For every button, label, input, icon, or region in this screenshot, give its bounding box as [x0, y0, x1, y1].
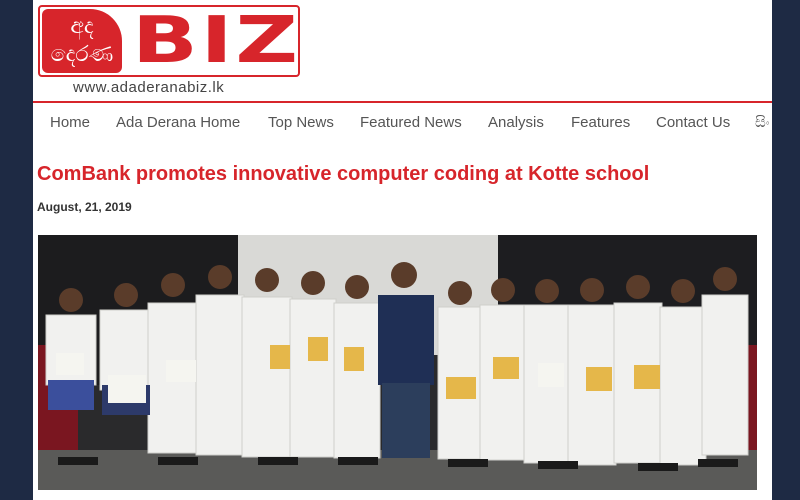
nav-item-home[interactable]: Home [50, 114, 90, 131]
logo-wordmark: BIZ [132, 4, 301, 78]
nav-item-analysis[interactable]: Analysis [488, 114, 544, 131]
nav-item-contact-us[interactable]: Contact Us [656, 114, 730, 131]
header-divider [33, 101, 772, 103]
article-title: ComBank promotes innovative computer cod… [37, 163, 650, 185]
group-photo-icon [38, 235, 757, 490]
site-url: www.adaderanabiz.lk [73, 79, 225, 96]
page: අද දෙරණ BIZ www.adaderanabiz.lk Home Ada… [33, 0, 772, 500]
article-photo [38, 235, 757, 490]
logo-seal: අද දෙරණ [42, 9, 122, 73]
site-logo[interactable]: අද දෙරණ BIZ [38, 5, 300, 77]
article-date: August, 21, 2019 [37, 200, 132, 214]
site-header: අද දෙරණ BIZ www.adaderanabiz.lk [33, 0, 772, 104]
nav-item-top-news[interactable]: Top News [268, 114, 334, 131]
nav-item-features[interactable]: Features [571, 114, 630, 131]
main-nav: Home Ada Derana Home Top News Featured N… [33, 108, 772, 138]
nav-item-sinhala[interactable]: සිං [755, 114, 770, 131]
nav-item-featured-news[interactable]: Featured News [360, 114, 462, 131]
nav-item-ada-derana-home[interactable]: Ada Derana Home [116, 114, 240, 131]
